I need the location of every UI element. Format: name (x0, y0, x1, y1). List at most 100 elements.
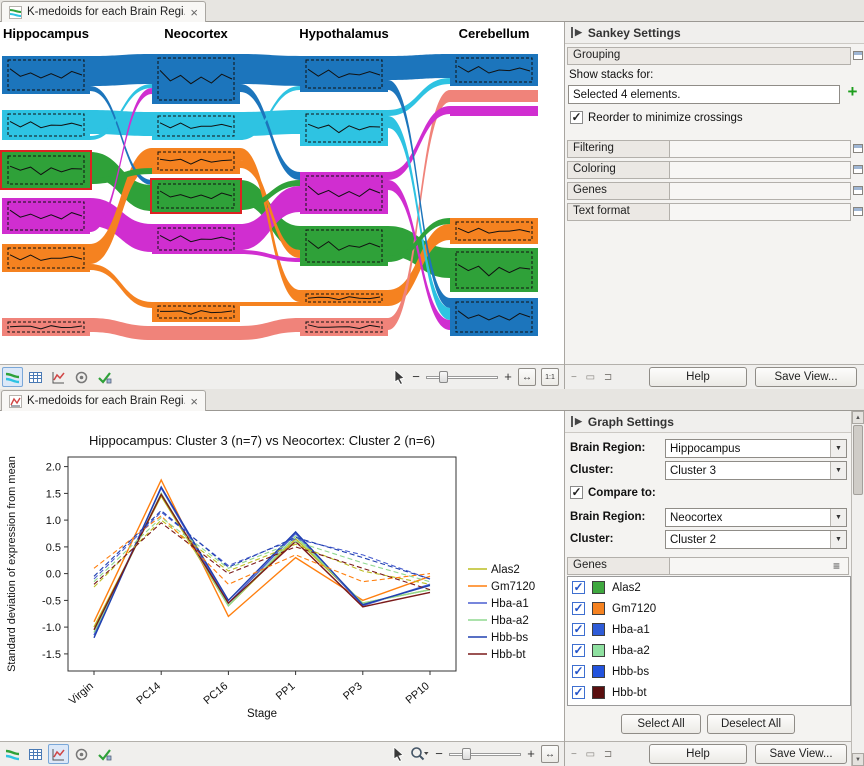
gene-checkbox[interactable]: ✓ (572, 623, 585, 636)
deselect-all-button[interactable]: Deselect All (707, 714, 795, 734)
reorder-checkbox[interactable]: ✓ (570, 111, 583, 124)
tab-close-icon-bottom[interactable]: × (190, 395, 198, 408)
gene-color-swatch[interactable] (592, 623, 605, 636)
panel-dock-icons[interactable]: − ▭ ⊐ (571, 372, 615, 383)
sankey-node-neocortex-green[interactable] (151, 179, 241, 213)
sankey-link[interactable] (388, 106, 450, 180)
sankey-link[interactable] (90, 264, 152, 308)
sankey-node-neocortex-salmon[interactable] (152, 326, 240, 340)
sankey-node-cerebellum-blue[interactable] (450, 54, 538, 86)
sankey-link[interactable] (90, 54, 152, 86)
zoom-out-button[interactable]: − (411, 368, 421, 386)
sankey-node-cerebellum-orange[interactable] (450, 218, 538, 244)
tab-close-icon[interactable]: × (190, 6, 198, 19)
sankey-node-neocortex-orange[interactable] (152, 302, 240, 322)
fit-width-icon-2[interactable]: ↔ (541, 745, 559, 763)
gene-checkbox[interactable]: ✓ (572, 665, 585, 678)
zoom-in-button[interactable]: + (503, 368, 513, 386)
float-coloring-icon[interactable] (853, 165, 863, 174)
vertical-scrollbar[interactable]: ▲ ▼ (851, 411, 864, 766)
overview-view-button-2[interactable] (71, 744, 92, 764)
table-view-button-2[interactable] (25, 744, 46, 764)
collapse-panel-icon[interactable]: ▶ (571, 416, 582, 427)
genes-section-bar-top[interactable]: Genes (567, 182, 851, 200)
sankey-node-hippocampus-salmon[interactable] (2, 318, 90, 336)
float-filtering-icon[interactable] (853, 144, 863, 153)
select-all-button[interactable]: Select All (621, 714, 701, 734)
sankey-node-hypothalamus-blue[interactable] (300, 56, 388, 92)
add-selection-button[interactable]: + (845, 85, 860, 100)
sankey-node-hypothalamus-green[interactable] (300, 226, 388, 266)
top-tab[interactable]: K-medoids for each Brain Regi... × (1, 1, 206, 22)
gene-color-swatch[interactable] (592, 686, 605, 699)
scrollbar-thumb[interactable] (853, 425, 863, 495)
panel-dock-icons[interactable]: − ▭ ⊐ (571, 749, 615, 760)
genes-section-bar[interactable]: Genes (567, 557, 849, 575)
sankey-node-hypothalamus-magenta[interactable] (300, 172, 388, 214)
gene-checkbox[interactable]: ✓ (572, 686, 585, 699)
gene-color-swatch[interactable] (592, 581, 605, 594)
sankey-node-hippocampus-magenta[interactable] (2, 198, 90, 234)
fit-width-icon[interactable]: ↔ (518, 368, 536, 386)
annotate-view-button[interactable] (94, 367, 115, 387)
selection-field[interactable] (568, 85, 840, 104)
zoom-in-button-2[interactable]: + (526, 745, 536, 763)
text-format-section-bar[interactable]: Text format (567, 203, 851, 221)
gene-color-swatch[interactable] (592, 602, 605, 615)
annotate-view-button-2[interactable] (94, 744, 115, 764)
sankey-node-cerebellum-blue[interactable] (450, 298, 538, 336)
coloring-section-bar[interactable]: Coloring (567, 161, 851, 179)
zoom-slider-thumb[interactable] (439, 371, 448, 383)
sankey-link[interactable] (90, 318, 152, 340)
gene-color-swatch[interactable] (592, 644, 605, 657)
overview-view-button[interactable] (71, 367, 92, 387)
sankey-node-neocortex-orange[interactable] (152, 148, 240, 174)
brain-region-select-2[interactable]: Neocortex▼ (665, 508, 847, 527)
save-view-button-graph[interactable]: Save View... (755, 744, 847, 764)
save-view-button[interactable]: Save View... (755, 367, 857, 387)
scroll-up-icon[interactable]: ▲ (852, 411, 864, 424)
sankey-node-hypothalamus-salmon[interactable] (300, 318, 388, 336)
sankey-link[interactable] (240, 318, 300, 340)
zoom-out-button-2[interactable]: − (434, 745, 444, 763)
help-button-graph[interactable]: Help (649, 744, 747, 764)
sankey-node-hippocampus-blue[interactable] (2, 56, 90, 94)
cursor-icon[interactable] (392, 746, 405, 762)
sankey-node-hippocampus-orange[interactable] (2, 244, 90, 272)
zoom-slider-2[interactable] (449, 745, 521, 763)
sankey-node-hypothalamus-cyan[interactable] (300, 110, 388, 146)
grouping-section-bar[interactable]: Grouping (567, 47, 851, 65)
genes-menu-icon[interactable]: ≡ (833, 560, 840, 572)
cursor-icon[interactable] (393, 369, 406, 385)
gene-checkbox[interactable]: ✓ (572, 644, 585, 657)
zoom-tool-icon[interactable] (410, 746, 429, 762)
sankey-node-hippocampus-cyan[interactable] (2, 110, 90, 140)
sankey-node-neocortex-cyan[interactable] (152, 112, 240, 140)
sankey-view-button[interactable] (2, 367, 23, 387)
float-text-format-icon[interactable] (853, 207, 863, 216)
sankey-node-cerebellum-green[interactable] (450, 248, 538, 292)
zoom-slider-thumb[interactable] (462, 748, 471, 760)
sankey-node-neocortex-magenta[interactable] (152, 224, 240, 254)
sankey-node-neocortex-blue[interactable] (152, 54, 240, 104)
sankey-node-hippocampus-green[interactable] (1, 151, 91, 189)
cluster-select-1[interactable]: Cluster 3▼ (665, 461, 847, 480)
scroll-down-icon[interactable]: ▼ (852, 753, 864, 766)
one-to-one-icon[interactable]: 1:1 (541, 368, 559, 386)
sankey-view-button-2[interactable] (2, 744, 23, 764)
collapse-panel-icon[interactable]: ▶ (571, 27, 582, 38)
compare-checkbox[interactable]: ✓ (570, 486, 583, 499)
float-grouping-icon[interactable] (853, 51, 863, 60)
table-view-button[interactable] (25, 367, 46, 387)
sankey-node-hypothalamus-orange[interactable] (300, 290, 388, 306)
brain-region-select-1[interactable]: Hippocampus▼ (665, 439, 847, 458)
cluster-select-2[interactable]: Cluster 2▼ (665, 530, 847, 549)
sankey-link[interactable] (240, 302, 300, 306)
zoom-slider[interactable] (426, 368, 498, 386)
gene-color-swatch[interactable] (592, 665, 605, 678)
sankey-node-cerebellum-salmon[interactable] (450, 90, 538, 102)
sankey-node-cerebellum-magenta[interactable] (450, 106, 538, 116)
help-button[interactable]: Help (649, 367, 747, 387)
graph-view-button-2[interactable] (48, 744, 69, 764)
filtering-section-bar[interactable]: Filtering (567, 140, 851, 158)
